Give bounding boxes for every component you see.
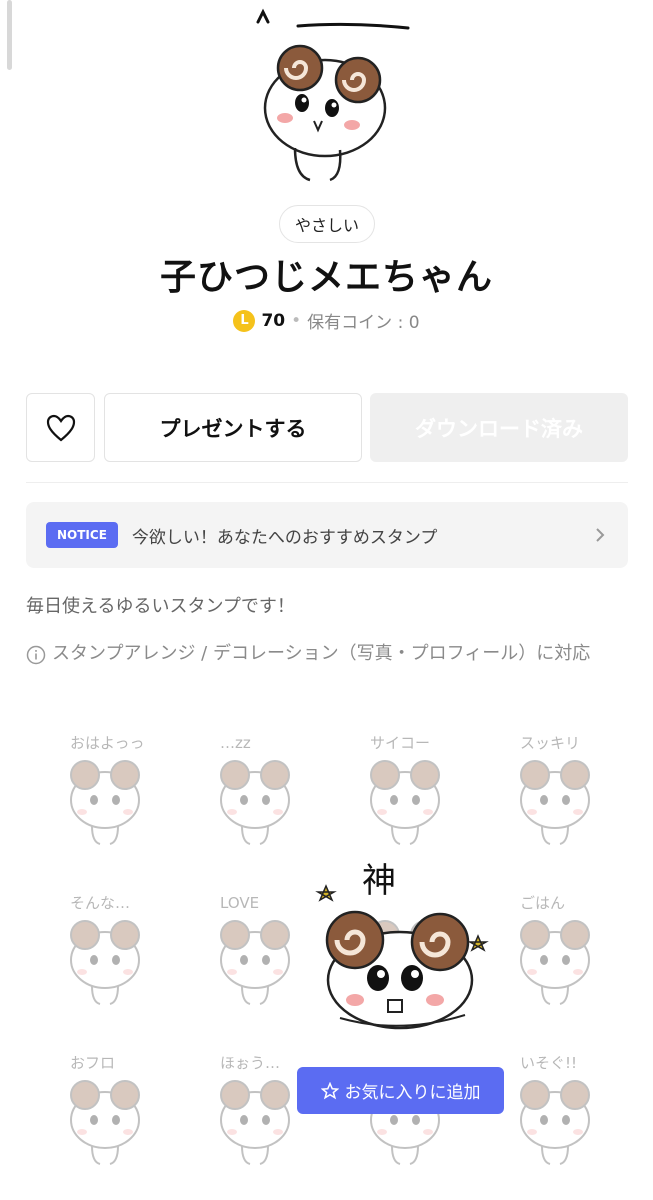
divider (26, 482, 628, 483)
sticker-caption: そんな… (70, 894, 130, 912)
favorite-button[interactable] (26, 393, 95, 462)
sticker-thumbnail[interactable]: そんな… (30, 880, 180, 1030)
sticker-caption: いそぐ!! (520, 1054, 577, 1072)
info-note: スタンプアレンジ / デコレーション（写真・プロフィール）に対応 (26, 642, 626, 672)
sticker-caption: …zz (220, 734, 251, 752)
sticker-thumbnail[interactable]: …zz (180, 720, 330, 870)
add-to-favorites-label: お気に入りに追加 (344, 1083, 481, 1103)
sticker-thumbnail[interactable]: おフロ (30, 1040, 180, 1190)
sticker-caption: LOVE (220, 894, 259, 912)
separator-dot: • (291, 310, 302, 331)
sticker-thumbnail[interactable]: ほぉう… (180, 1040, 330, 1190)
sticker-caption: おはよっっ (70, 734, 145, 752)
sticker-main-image (256, 8, 410, 182)
preview-caption: 神 (362, 861, 396, 901)
description: 毎日使えるゆるいスタンプです！ (26, 596, 295, 617)
sticker-caption: ほぉう… (220, 1054, 280, 1072)
sticker-thumbnail[interactable]: スッキリ (480, 720, 630, 870)
price-row: L 70 • 保有コイン : 0 (0, 308, 653, 333)
sticker-preview[interactable]: 神 (300, 850, 500, 1040)
download-button[interactable]: ダウンロード済み (370, 393, 628, 462)
price-value: 70 (261, 310, 286, 331)
sticker-thumbnail[interactable] (330, 1040, 480, 1190)
sticker-caption: おフロ (70, 1054, 115, 1072)
add-to-favorites-button[interactable]: お気に入りに追加 (297, 1067, 504, 1114)
owned-coins: 保有コイン : 0 (307, 313, 420, 333)
action-bar: プレゼントする ダウンロード済み (26, 393, 628, 462)
notice-banner[interactable]: NOTICE 今欲しい！あなたへのおすすめスタンプ (26, 502, 628, 568)
sticker-caption: サイコー (370, 734, 430, 752)
coin-icon: L (233, 309, 256, 332)
heart-icon (46, 414, 75, 441)
sticker-caption: ごはん (520, 894, 565, 912)
sticker-thumbnail[interactable]: ごはん (480, 880, 630, 1030)
info-text: スタンプアレンジ / デコレーション（写真・プロフィール）に対応 (52, 643, 591, 664)
notice-badge: NOTICE (46, 522, 118, 548)
style-tag[interactable]: やさしい (279, 205, 375, 243)
sticker-thumbnail[interactable]: サイコー (330, 720, 480, 870)
notice-text: 今欲しい！あなたへのおすすめスタンプ (131, 527, 438, 548)
present-button[interactable]: プレゼントする (104, 393, 362, 462)
sticker-caption: スッキリ (520, 734, 580, 752)
page-title: 子ひつじメエちゃん (159, 257, 493, 298)
chevron-right-icon (596, 528, 605, 542)
star-icon (320, 1081, 339, 1099)
info-icon (26, 642, 52, 672)
scrollbar[interactable] (7, 0, 12, 70)
sticker-thumbnail[interactable]: いそぐ!! (480, 1040, 630, 1190)
sticker-thumbnail[interactable]: おはよっっ (30, 720, 180, 870)
